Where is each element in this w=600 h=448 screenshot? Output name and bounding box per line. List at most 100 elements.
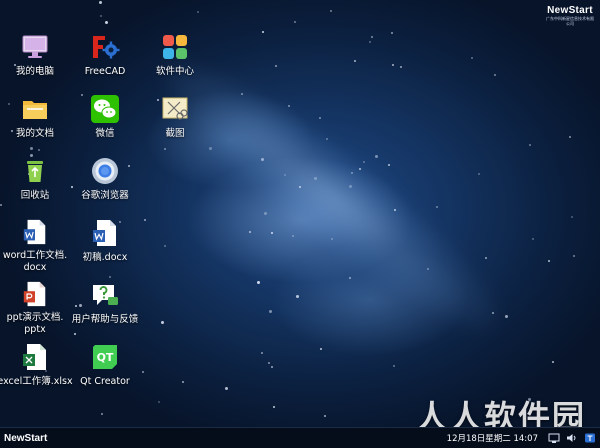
software-center-icon <box>163 35 187 59</box>
desktop-icon-label: 用户帮助与反馈 <box>71 314 139 325</box>
star-dot <box>294 21 296 23</box>
star-dot <box>569 136 571 138</box>
excel-document-icon <box>23 344 46 370</box>
desktop-icon-chrome[interactable]: 谷歌浏览器 <box>67 154 143 212</box>
star-dot <box>271 232 273 234</box>
star-dot <box>369 41 371 43</box>
star-dot <box>388 164 390 166</box>
star-dot <box>392 64 394 66</box>
network-icon[interactable] <box>548 432 560 444</box>
recycle-bin-icon <box>27 161 43 182</box>
word-document-icon <box>93 220 116 246</box>
desktop-icon-label: 回收站 <box>20 190 50 201</box>
star-dot <box>548 260 550 262</box>
watermark-text: 人人软件园 <box>415 398 586 427</box>
star-dot <box>164 245 166 247</box>
desktop-icon-my-computer[interactable]: 我的电脑 <box>0 30 73 88</box>
wechat-icon <box>91 95 119 123</box>
star-dot <box>478 173 480 175</box>
desktop-icon-label: 截图 <box>165 128 185 139</box>
star-dot <box>105 21 108 24</box>
desktop-icon-label: FreeCAD <box>84 66 126 77</box>
star-dot <box>320 348 322 350</box>
brand-logo-subtext: 广东中科新星信息技术有限公司 <box>546 16 594 26</box>
star-dot <box>573 255 575 257</box>
desktop-icon-label: 微信 <box>95 128 115 139</box>
volume-icon[interactable] <box>566 432 578 444</box>
desktop-icon-label: 初稿.docx <box>82 252 128 263</box>
desktop-icon-label: 我的电脑 <box>15 66 54 77</box>
star-dot <box>363 161 365 163</box>
star-dot <box>261 352 263 354</box>
star-dot <box>100 15 102 17</box>
star-dot <box>552 361 554 363</box>
star-dot <box>225 387 228 390</box>
desktop-icon-label: 我的文档 <box>15 128 54 139</box>
desktop-icon-word-doc[interactable]: word工作文档. docx <box>0 216 73 274</box>
star-dot <box>349 277 351 279</box>
brand-logo-text: NewStart <box>547 5 593 16</box>
clock[interactable]: 12月18日星期二 14:07 <box>447 432 538 444</box>
desktop-icon-label: Qt Creator <box>80 376 130 387</box>
desktop-icon-draft-doc[interactable]: 初稿.docx <box>67 216 143 274</box>
star-dot <box>158 401 160 403</box>
desktop-icon-wechat[interactable]: 微信 <box>67 92 143 150</box>
star-dot <box>144 219 146 221</box>
folder-icon <box>23 101 47 119</box>
desktop-icon-label: 谷歌浏览器 <box>81 190 129 201</box>
start-button[interactable]: NewStart <box>4 433 54 444</box>
star-dot <box>249 231 251 233</box>
star-dot <box>197 11 199 13</box>
help-feedback-icon <box>93 285 118 305</box>
brand-logo: NewStart 广东中科新星信息技术有限公司 <box>546 5 594 26</box>
desktop-icon-software-center[interactable]: 软件中心 <box>137 30 213 88</box>
star-dot <box>262 31 264 33</box>
qt-creator-icon: QT <box>93 345 117 369</box>
desktop-icon-freecad[interactable]: FreeCAD <box>67 30 143 88</box>
word-document-icon <box>23 219 46 245</box>
ppt-document-icon <box>23 281 46 307</box>
desktop-icon-label: word工作文档. docx <box>2 250 68 273</box>
star-dot <box>400 66 402 68</box>
desktop-icon-qt-creator[interactable]: QT Qt Creator <box>67 340 143 398</box>
star-dot <box>371 36 373 38</box>
star-dot <box>494 74 496 76</box>
star-dot <box>268 362 270 364</box>
star-dot <box>571 216 573 218</box>
star-dot <box>532 238 534 240</box>
input-method-icon[interactable] <box>584 432 596 444</box>
star-dot <box>505 315 508 318</box>
star-dot <box>319 117 321 119</box>
freecad-icon <box>93 36 120 59</box>
star-dot <box>330 10 332 12</box>
star-dot <box>269 310 272 313</box>
desktop-icon-recycle-bin[interactable]: 回收站 <box>0 154 73 212</box>
computer-icon <box>22 35 48 58</box>
star-dot <box>161 321 164 324</box>
desktop-icon-label: ppt演示文档. pptx <box>6 312 64 335</box>
star-dot <box>471 57 473 59</box>
star-dot <box>375 155 378 158</box>
star-dot <box>271 366 273 368</box>
desktop-wallpaper: NewStart 广东中科新星信息技术有限公司 我的电脑 我的文档 回收站 wo… <box>0 0 600 427</box>
star-dot <box>391 32 393 34</box>
system-tray: 12月18日星期二 14:07 <box>447 428 596 448</box>
star-dot <box>529 144 531 146</box>
star-dot <box>296 295 299 298</box>
star-dot <box>182 381 184 383</box>
desktop-icon-my-documents[interactable]: 我的文档 <box>0 92 73 150</box>
desktop-icon-label: excel工作簿.xlsx <box>0 376 73 387</box>
desktop-icon-screenshot[interactable]: 截图 <box>137 92 213 150</box>
star-dot <box>275 65 277 67</box>
chrome-icon <box>92 158 118 184</box>
desktop-icon-ppt-doc[interactable]: ppt演示文档. pptx <box>0 278 73 336</box>
screenshot-icon <box>162 97 188 120</box>
star-dot <box>101 413 103 415</box>
desktop-icon-help-feedback[interactable]: 用户帮助与反馈 <box>67 278 143 336</box>
desktop-icon-excel-doc[interactable]: excel工作簿.xlsx <box>0 340 73 398</box>
desktop-icon-label: 软件中心 <box>155 66 194 77</box>
star-dot <box>354 60 356 62</box>
star-dot <box>257 281 260 284</box>
star-dot <box>264 212 267 215</box>
star-dot <box>292 235 294 237</box>
